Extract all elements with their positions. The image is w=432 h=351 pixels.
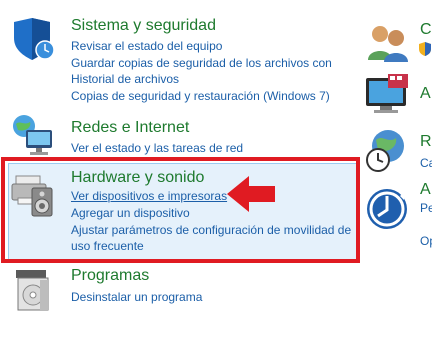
appearance-icon bbox=[364, 72, 408, 116]
user-accounts-icon bbox=[366, 20, 410, 64]
file-history-link[interactable]: Guardar copias de seguridad de los archi… bbox=[71, 55, 332, 71]
programs-disc-icon bbox=[12, 268, 58, 314]
clock-globe-icon bbox=[364, 128, 408, 172]
user-accounts-title-clipped[interactable]: C bbox=[420, 20, 432, 40]
ease-of-access-icon bbox=[364, 186, 408, 230]
check-status-link[interactable]: Revisar el estado del equipo bbox=[71, 38, 222, 54]
annotation-frame bbox=[1, 157, 360, 263]
uac-shield-icon bbox=[418, 42, 432, 56]
ease-access-link-2-clipped[interactable]: Op bbox=[420, 233, 432, 249]
network-globe-icon bbox=[10, 112, 56, 158]
uninstall-program-link[interactable]: Desinstalar un programa bbox=[71, 289, 202, 305]
appearance-title-clipped[interactable]: A bbox=[420, 84, 431, 104]
ease-access-title-clipped[interactable]: A bbox=[420, 180, 431, 200]
clock-region-link-clipped[interactable]: Ca bbox=[420, 155, 432, 171]
network-status-link[interactable]: Ver el estado y las tareas de red bbox=[71, 140, 243, 156]
ease-access-link-1-clipped[interactable]: Pe bbox=[420, 200, 432, 216]
network-internet-title[interactable]: Redes e Internet bbox=[71, 118, 189, 138]
annotation-arrow-icon bbox=[227, 176, 275, 212]
clock-region-title-clipped[interactable]: R bbox=[420, 132, 432, 152]
programs-title[interactable]: Programas bbox=[71, 266, 149, 286]
shield-icon bbox=[10, 16, 56, 62]
backup-restore-link[interactable]: Copias de seguridad y restauración (Wind… bbox=[71, 88, 330, 104]
system-security-title[interactable]: Sistema y seguridad bbox=[71, 16, 216, 36]
file-history-link-cont[interactable]: Historial de archivos bbox=[71, 71, 179, 87]
